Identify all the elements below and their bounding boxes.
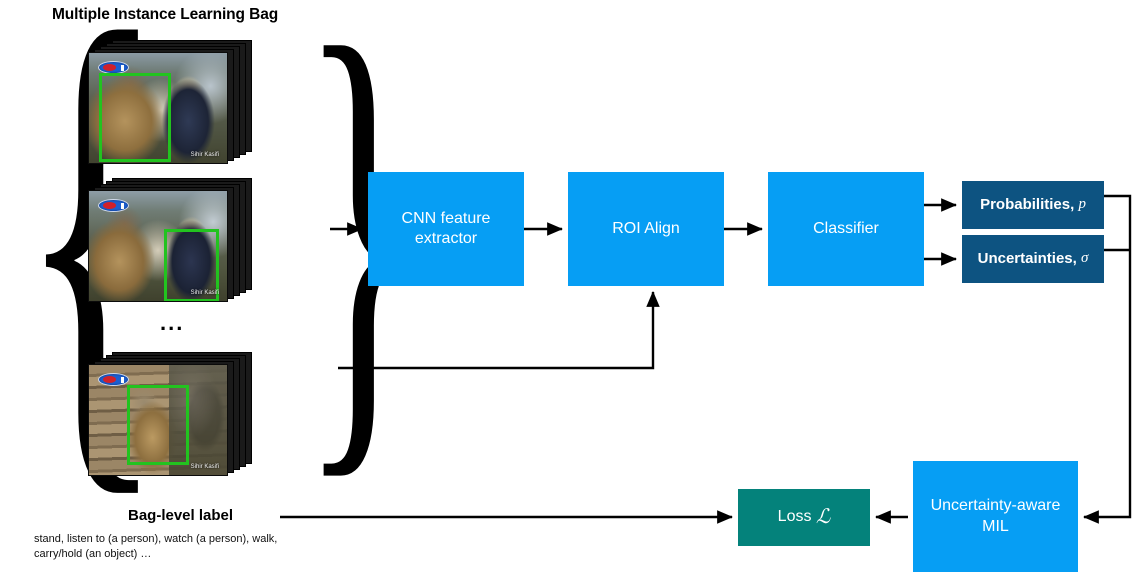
bag-instance-3: Sihir Kasifi: [88, 352, 252, 476]
frame-caption: Sihir Kasifi: [190, 152, 219, 158]
node-classifier[interactable]: Classifier: [768, 172, 924, 286]
node-uncertainties[interactable]: Uncertainties, σ: [962, 235, 1104, 283]
person-bounding-box: [127, 385, 189, 465]
frame-caption: Sihir Kasifi: [190, 464, 219, 470]
uncertainties-label: Uncertainties,: [977, 250, 1077, 268]
loss-symbol: ℒ: [815, 505, 831, 528]
probabilities-label: Probabilities,: [980, 196, 1075, 214]
diagram-canvas: Multiple Instance Learning Bag { } Sihir…: [0, 0, 1139, 581]
bag-ellipsis: ...: [160, 310, 185, 335]
frame-caption: Sihir Kasifi: [190, 290, 219, 296]
node-loss[interactable]: Loss ℒ: [738, 489, 870, 546]
loss-label: Loss: [777, 508, 812, 526]
channel-logo-icon: [98, 373, 129, 386]
uncertainties-symbol: σ: [1080, 250, 1089, 267]
bag-level-label-heading: Bag-level label: [128, 507, 234, 524]
bag-instance-2: Sihir Kasifi: [88, 178, 252, 302]
video-frame: Sihir Kasifi: [88, 364, 228, 476]
video-frame: Sihir Kasifi: [88, 52, 228, 164]
channel-logo-icon: [98, 199, 129, 212]
node-cnn-feature-extractor[interactable]: CNN feature extractor: [368, 172, 524, 286]
node-probabilities[interactable]: Probabilities, p: [962, 181, 1104, 229]
bag-level-label-classes: stand, listen to (a person), watch (a pe…: [34, 533, 278, 560]
bag-instance-1: Sihir Kasifi: [88, 40, 252, 164]
node-uncertainty-aware-mil[interactable]: Uncertainty-aware MIL: [913, 461, 1078, 572]
person-bounding-box: [99, 73, 171, 162]
node-roi-align[interactable]: ROI Align: [568, 172, 724, 286]
probabilities-symbol: p: [1078, 196, 1086, 213]
video-frame: Sihir Kasifi: [88, 190, 228, 302]
